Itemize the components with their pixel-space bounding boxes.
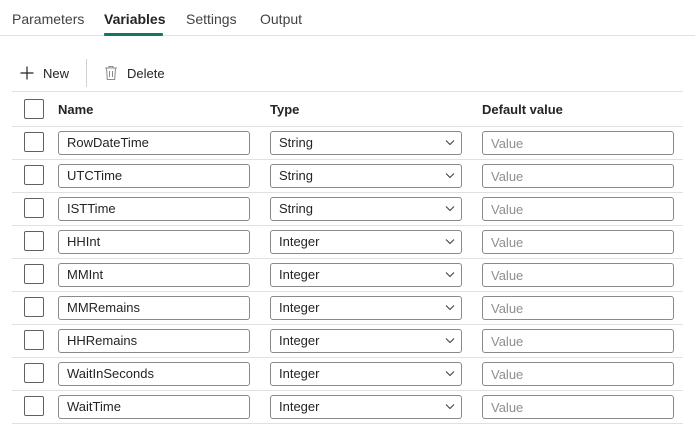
variable-type-value: Integer <box>279 300 320 315</box>
variable-type-select[interactable]: Integer <box>270 362 462 386</box>
default-value-input[interactable] <box>482 263 674 287</box>
table-row: HHInt Integer <box>12 226 683 259</box>
variable-name-input[interactable]: MMInt <box>58 263 250 287</box>
chevron-down-icon <box>445 173 455 179</box>
variable-type-select[interactable]: String <box>270 197 462 221</box>
variable-type-value: String <box>279 135 313 150</box>
chevron-down-icon <box>445 272 455 278</box>
delete-button-label: Delete <box>127 65 165 81</box>
table-row: WaitTime Integer <box>12 391 683 424</box>
table-row: UTCTime String <box>12 160 683 193</box>
variable-type-select[interactable]: Integer <box>270 230 462 254</box>
default-value-input[interactable] <box>482 131 674 155</box>
column-header-type: Type <box>270 102 300 117</box>
row-checkbox[interactable] <box>24 396 44 416</box>
chevron-down-icon <box>445 239 455 245</box>
variable-name-input[interactable]: UTCTime <box>58 164 250 188</box>
chevron-down-icon <box>445 206 455 212</box>
chevron-down-icon <box>445 404 455 410</box>
variable-type-value: Integer <box>279 366 320 381</box>
variable-name-input[interactable]: RowDateTime <box>58 131 250 155</box>
table-row: MMRemains Integer <box>12 292 683 325</box>
row-checkbox[interactable] <box>24 198 44 218</box>
variable-type-select[interactable]: String <box>270 164 462 188</box>
variable-type-select[interactable]: String <box>270 131 462 155</box>
tab-parameters[interactable]: Parameters <box>12 10 84 28</box>
tab-output[interactable]: Output <box>260 10 302 28</box>
variable-name-input[interactable]: ISTTime <box>58 197 250 221</box>
variable-type-value: String <box>279 168 313 183</box>
variable-type-select[interactable]: Integer <box>270 263 462 287</box>
variable-name-input[interactable]: MMRemains <box>58 296 250 320</box>
variable-name-input[interactable]: WaitTime <box>58 395 250 419</box>
row-checkbox[interactable] <box>24 363 44 383</box>
default-value-input[interactable] <box>482 362 674 386</box>
variable-type-value: Integer <box>279 333 320 348</box>
chevron-down-icon <box>445 371 455 377</box>
row-checkbox[interactable] <box>24 264 44 284</box>
default-value-input[interactable] <box>482 329 674 353</box>
active-tab-indicator <box>104 33 163 36</box>
variable-name-input[interactable]: HHRemains <box>58 329 250 353</box>
table-row: WaitInSeconds Integer <box>12 358 683 391</box>
variable-type-value: String <box>279 201 313 216</box>
variable-type-value: Integer <box>279 267 320 282</box>
chevron-down-icon <box>445 305 455 311</box>
variable-type-value: Integer <box>279 399 320 414</box>
plus-icon <box>20 66 34 80</box>
tab-bar: Parameters Variables Settings Output <box>0 0 695 36</box>
trash-icon <box>105 66 117 80</box>
default-value-input[interactable] <box>482 296 674 320</box>
default-value-input[interactable] <box>482 230 674 254</box>
default-value-input[interactable] <box>482 164 674 188</box>
variable-type-select[interactable]: Integer <box>270 296 462 320</box>
chevron-down-icon <box>445 338 455 344</box>
variable-type-value: Integer <box>279 234 320 249</box>
variable-type-select[interactable]: Integer <box>270 395 462 419</box>
new-button-label: New <box>43 65 70 81</box>
chevron-down-icon <box>445 140 455 146</box>
column-header-name: Name <box>58 102 94 117</box>
select-all-checkbox[interactable] <box>24 99 44 119</box>
default-value-input[interactable] <box>482 197 674 221</box>
row-checkbox[interactable] <box>24 132 44 152</box>
toolbar: New Delete <box>0 56 695 90</box>
toolbar-divider <box>86 59 87 87</box>
default-value-input[interactable] <box>482 395 674 419</box>
variable-name-input[interactable]: WaitInSeconds <box>58 362 250 386</box>
row-checkbox[interactable] <box>24 165 44 185</box>
tab-variables[interactable]: Variables <box>104 10 166 28</box>
row-checkbox[interactable] <box>24 297 44 317</box>
table-row: RowDateTime String <box>12 127 683 160</box>
delete-button[interactable]: Delete <box>104 56 165 90</box>
new-button[interactable]: New <box>19 56 69 90</box>
table-row: HHRemains Integer <box>12 325 683 358</box>
table-row: ISTTime String <box>12 193 683 226</box>
row-checkbox[interactable] <box>24 231 44 251</box>
row-checkbox[interactable] <box>24 330 44 350</box>
variable-type-select[interactable]: Integer <box>270 329 462 353</box>
table-header: Name Type Default value <box>12 91 683 127</box>
table-row: MMInt Integer <box>12 259 683 292</box>
tab-settings[interactable]: Settings <box>186 10 237 28</box>
column-header-default-value: Default value <box>482 102 563 117</box>
variable-name-input[interactable]: HHInt <box>58 230 250 254</box>
